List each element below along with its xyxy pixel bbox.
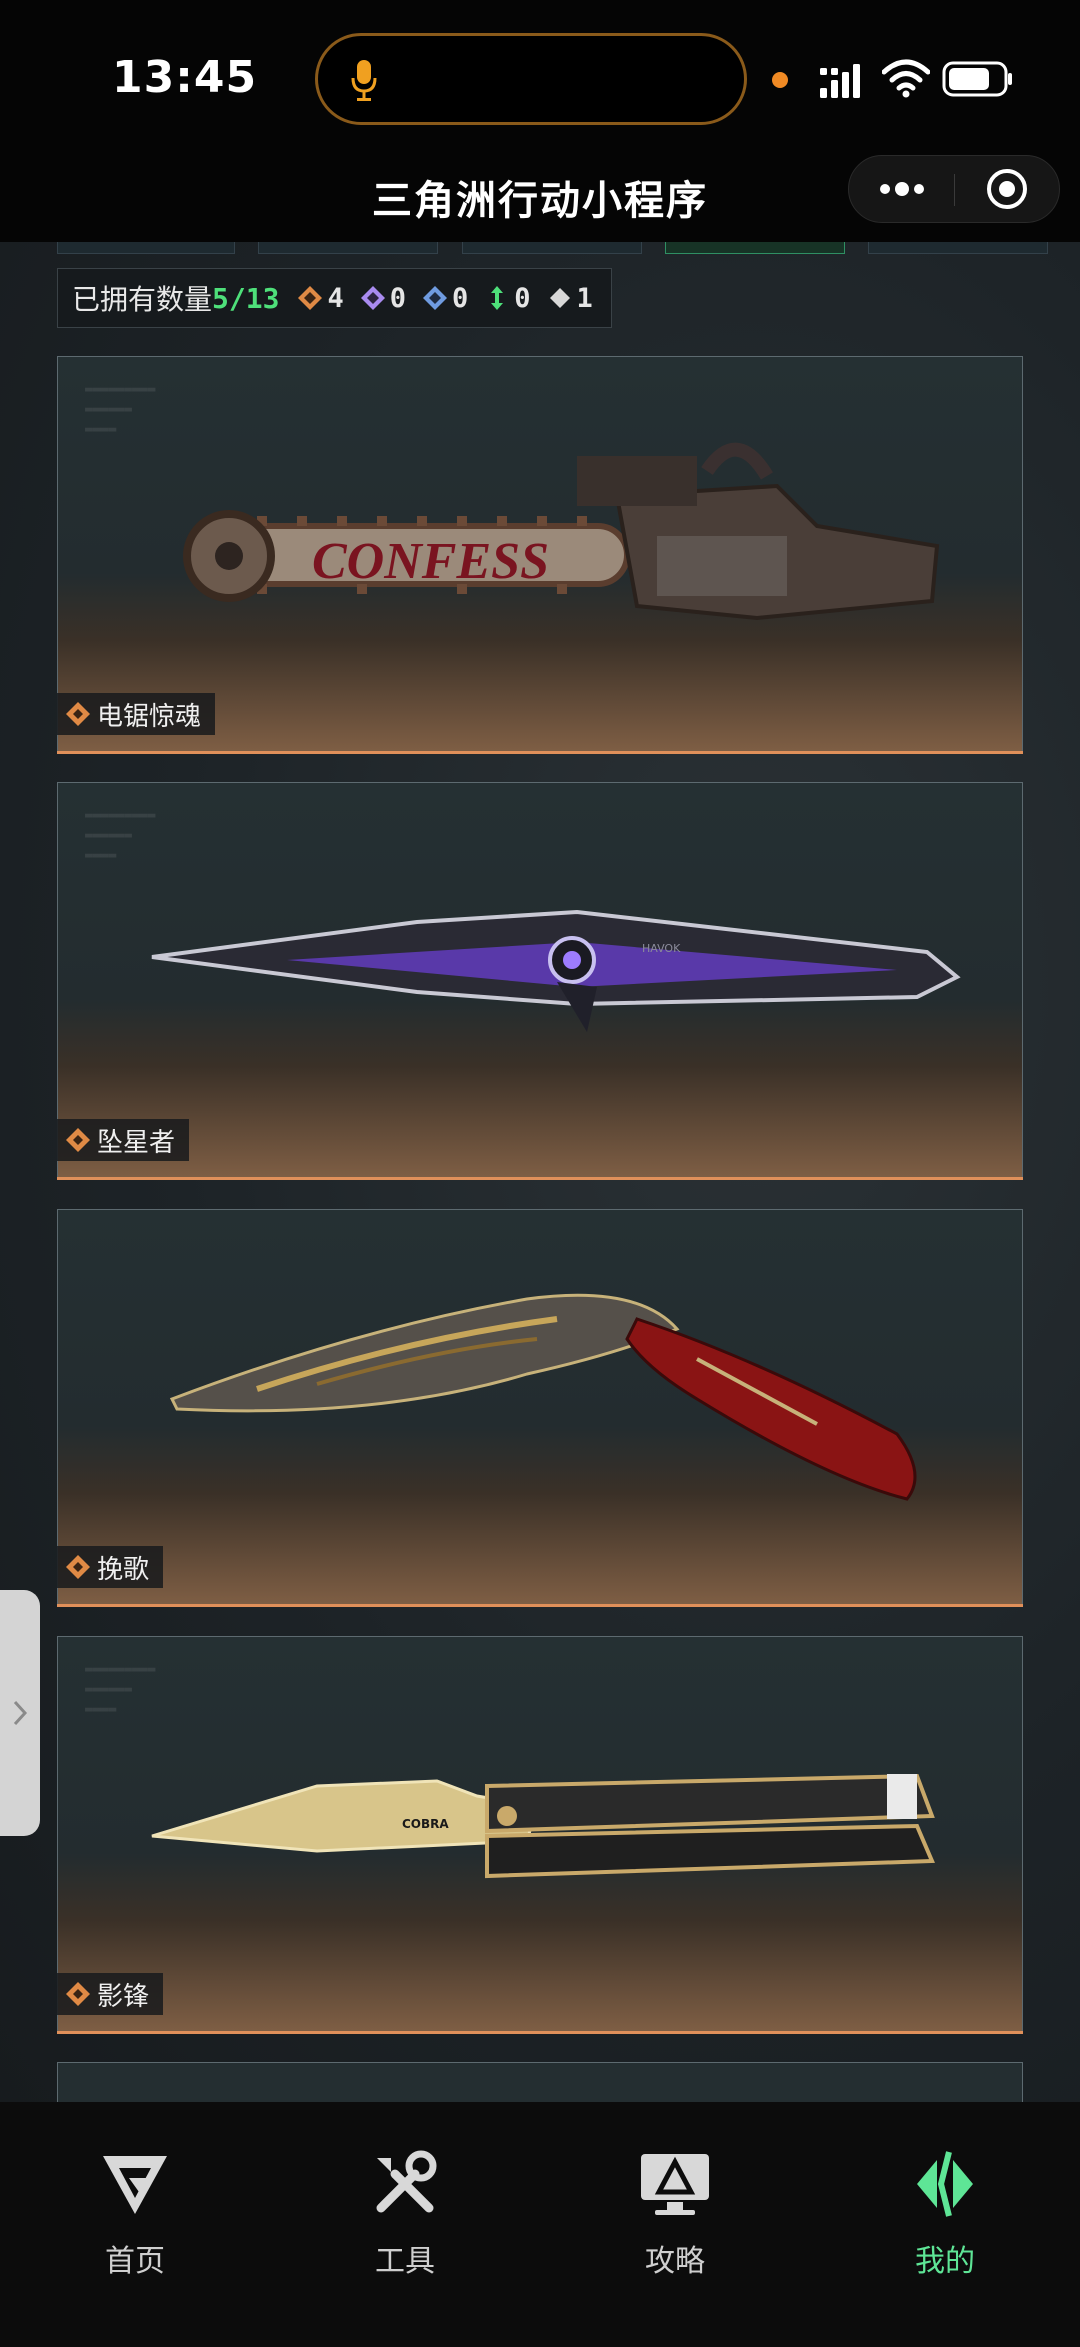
gold-rarity-icon xyxy=(66,1982,90,2006)
guide-monitor-icon xyxy=(641,2154,709,2215)
tab-home[interactable]: 首页 xyxy=(45,2148,225,2288)
tab-tools-label: 工具 xyxy=(375,2244,435,2279)
more-dots-icon xyxy=(880,182,924,196)
item-name-tag: 坠星者 xyxy=(57,1119,190,1161)
item-card[interactable]: 挽歌 xyxy=(57,1209,1023,1607)
category-tab[interactable] xyxy=(57,242,235,254)
bottom-tab-bar: 首页 工具 攻略 我的 xyxy=(0,2102,1080,2347)
gold-diamond-icon xyxy=(298,286,323,310)
item-name: 电锯惊魂 xyxy=(97,701,202,732)
rarity-gold-count: 4 xyxy=(327,282,344,314)
target-close-icon xyxy=(987,169,1027,209)
dagger-brand-text: HAVOK xyxy=(642,942,681,955)
home-logo-icon xyxy=(103,2156,167,2214)
butterfly-knife-brand-text: COBRA xyxy=(402,1817,449,1831)
item-name: 坠星者 xyxy=(97,1127,176,1158)
white-diamond-icon xyxy=(549,288,570,308)
battery-icon xyxy=(942,61,1012,97)
blue-diamond-icon xyxy=(422,286,447,310)
tab-guide[interactable]: 攻略 xyxy=(585,2148,765,2288)
tab-guide-label: 攻略 xyxy=(645,2244,705,2279)
kukri-artwork xyxy=(169,1293,917,1501)
tools-icon xyxy=(376,2150,437,2213)
more-button[interactable] xyxy=(849,156,954,222)
card-frame xyxy=(57,2062,1023,2102)
rarity-purple: 0 xyxy=(360,283,406,314)
collection-content[interactable]: 已拥有数量 5/13 4 0 0 0 1 ▬▬▬▬▬▬▬▬▬ ▬▬▬▬▬▬ ▬▬… xyxy=(0,242,1080,2102)
rarity-green: 0 xyxy=(484,282,531,314)
microphone-icon xyxy=(351,60,377,101)
purple-diamond-icon xyxy=(360,286,385,310)
owned-count-value: 5/13 xyxy=(212,281,280,315)
cellular-signal-icon xyxy=(820,64,860,98)
close-mini-program-button[interactable] xyxy=(955,156,1060,222)
green-arrow-icon xyxy=(491,286,504,310)
gold-rarity-icon xyxy=(66,702,90,726)
item-card[interactable] xyxy=(57,2062,1023,2102)
dynamic-island xyxy=(315,33,747,125)
item-name-tag: 影锋 xyxy=(57,1973,164,2015)
category-tab-active[interactable] xyxy=(665,242,845,254)
item-name-tag: 挽歌 xyxy=(57,1546,164,1588)
tab-tools[interactable]: 工具 xyxy=(315,2148,495,2288)
mini-program-capsule xyxy=(848,155,1060,223)
rarity-gold: 4 xyxy=(297,282,344,314)
nav-bar: 三角洲行动小程序 xyxy=(0,150,1080,242)
gold-rarity-icon xyxy=(66,1128,90,1152)
rarity-white-count: 1 xyxy=(576,282,593,314)
wifi-icon xyxy=(882,59,930,98)
privacy-indicator-dot xyxy=(772,72,788,88)
profile-logo-icon xyxy=(917,2151,973,2217)
item-name: 挽歌 xyxy=(97,1554,150,1585)
item-card[interactable]: ▬▬▬▬▬▬▬▬▬ ▬▬▬▬▬▬ ▬▬▬▬ CONFESS 电锯惊魂 xyxy=(57,356,1023,754)
tab-profile[interactable]: 我的 xyxy=(855,2148,1035,2288)
rarity-blue: 0 xyxy=(422,283,468,314)
category-tab[interactable] xyxy=(868,242,1048,254)
item-name: 影锋 xyxy=(97,1981,150,2012)
category-tab[interactable] xyxy=(462,242,642,254)
owned-count-bar: 已拥有数量 5/13 4 0 0 0 1 xyxy=(57,268,612,328)
status-bar: 13:45 xyxy=(0,0,1080,150)
side-expand-tab[interactable] xyxy=(0,1590,40,1836)
dagger-artwork: HAVOK xyxy=(151,909,961,1032)
tab-profile-label: 我的 xyxy=(915,2244,975,2279)
item-card[interactable]: ▬▬▬▬▬▬▬▬▬ ▬▬▬▬▬▬ ▬▬▬▬ COBRA 影锋 xyxy=(57,1636,1023,2034)
item-name-tag: 电锯惊魂 xyxy=(57,693,216,735)
rarity-purple-count: 0 xyxy=(389,282,406,314)
rarity-blue-count: 0 xyxy=(451,282,469,314)
gold-rarity-icon xyxy=(66,1555,90,1579)
category-tab[interactable] xyxy=(258,242,438,254)
rarity-green-count: 0 xyxy=(514,282,531,314)
item-card[interactable]: ▬▬▬▬▬▬▬▬▬ ▬▬▬▬▬▬ ▬▬▬▬ HAVOK 坠星者 xyxy=(57,782,1023,1180)
butterfly-knife-artwork: COBRA xyxy=(151,1773,935,1879)
owned-count-label: 已拥有数量 xyxy=(72,283,213,316)
category-tabs-strip xyxy=(0,242,1080,254)
chevron-right-icon xyxy=(13,1700,28,1726)
tab-home-label: 首页 xyxy=(105,2244,165,2279)
status-time: 13:45 xyxy=(112,52,258,103)
chainsaw-blade-text: CONFESS xyxy=(312,533,549,590)
rarity-white: 1 xyxy=(547,283,593,314)
